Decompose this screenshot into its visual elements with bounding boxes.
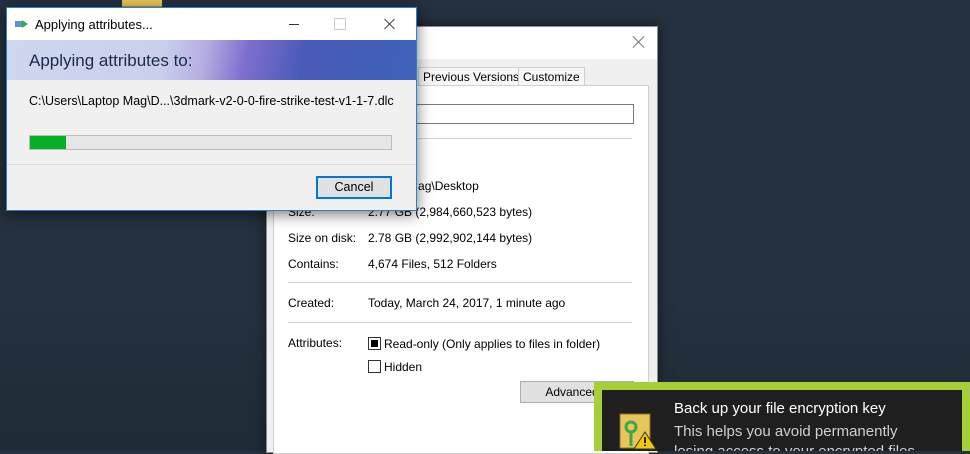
hidden-label[interactable]: Hidden — [384, 360, 422, 374]
tab-previous-versions[interactable]: Previous Versions — [418, 67, 525, 86]
created-value: Today, March 24, 2017, 1 minute ago — [368, 296, 566, 310]
notification-toast[interactable]: Back up your file encryption key This he… — [594, 382, 970, 451]
key-warning-icon — [619, 413, 657, 450]
notification-line: This helps you avoid permanently — [674, 423, 898, 440]
notification-body[interactable]: Back up your file encryption key This he… — [602, 390, 962, 451]
readonly-label[interactable]: Read-only (Only applies to files in fold… — [384, 337, 600, 351]
close-icon[interactable] — [631, 34, 647, 50]
maximize-button — [317, 8, 363, 40]
notification-line: losing access to your encrypted files. — [674, 442, 919, 451]
tab-customize[interactable]: Customize — [518, 67, 585, 86]
folder-icon[interactable] — [122, 0, 162, 7]
banner-heading: Applying attributes to: — [29, 51, 193, 70]
contains-label: Contains: — [288, 257, 339, 271]
created-label: Created: — [288, 296, 335, 310]
divider — [7, 164, 416, 165]
current-file-path: C:\Users\Laptop Mag\D...\3dmark-v2-0-0-f… — [29, 94, 394, 108]
hidden-checkbox[interactable] — [368, 360, 381, 373]
progress-fill — [30, 136, 67, 149]
notification-message: This helps you avoid permanently losing … — [674, 422, 919, 451]
cancel-button[interactable]: Cancel — [316, 176, 392, 199]
divider — [288, 282, 632, 283]
contains-value: 4,674 Files, 512 Folders — [368, 257, 497, 271]
applying-attributes-dialog: Applying attributes... Applying attribut… — [6, 7, 417, 211]
progress-arrow-icon — [15, 20, 28, 28]
close-button[interactable] — [367, 8, 413, 40]
divider — [288, 322, 632, 323]
size-on-disk-label: Size on disk: — [288, 231, 357, 245]
size-on-disk-value: 2.78 GB (2,992,902,144 bytes) — [368, 231, 533, 245]
notification-title: Back up your file encryption key — [674, 400, 886, 417]
minimize-icon — [289, 24, 299, 25]
minimize-button[interactable] — [271, 8, 317, 40]
attributes-label: Attributes: — [288, 336, 343, 350]
dialog-title: Applying attributes... — [35, 17, 153, 32]
readonly-checkbox[interactable] — [368, 337, 381, 350]
progress-bar — [29, 135, 392, 150]
dialog-banner: Applying attributes to: — [7, 40, 416, 80]
dialog-titlebar: Applying attributes... — [7, 8, 416, 40]
maximize-icon — [334, 18, 346, 30]
